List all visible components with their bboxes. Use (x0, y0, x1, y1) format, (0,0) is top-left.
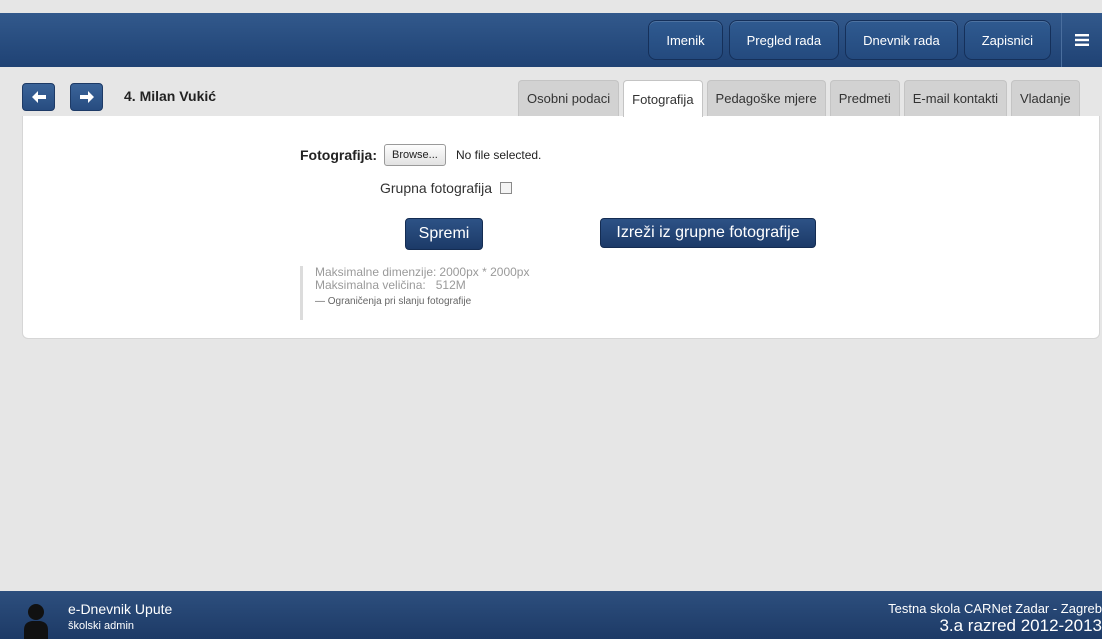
photo-panel (22, 116, 1100, 339)
photo-label: Fotografija: (300, 147, 377, 163)
tab-fotografija[interactable]: Fotografija (623, 80, 703, 117)
hamburger-icon[interactable] (1062, 20, 1102, 60)
nav-dnevnik-rada-button[interactable]: Dnevnik rada (845, 20, 958, 60)
file-status: No file selected. (456, 148, 542, 162)
forward-button[interactable] (70, 83, 103, 111)
upload-limits: Maksimalne dimenzije: 2000px * 2000px Mak… (300, 266, 529, 320)
group-photo-checkbox[interactable] (500, 182, 512, 194)
tab-predmeti[interactable]: Predmeti (829, 80, 900, 116)
browse-button[interactable]: Browse... (384, 144, 446, 166)
class-name: 3.a razred 2012-2013 (939, 616, 1102, 635)
arrow-left-icon (31, 91, 46, 103)
footer: e-Dnevnik Upute školski admin Testna sko… (0, 591, 1102, 639)
nav-imenik-button[interactable]: Imenik (648, 20, 723, 60)
user-avatar-icon (20, 600, 52, 639)
tab-email-kontakti[interactable]: E-mail kontakti (903, 80, 1007, 116)
user-role: školski admin (68, 620, 135, 632)
group-photo-label: Grupna fotografija (380, 180, 493, 196)
limits-note: — Ograničenja pri slanju fotografije (315, 296, 472, 307)
student-name: 4. Milan Vukić (124, 88, 217, 104)
tab-pedagoske-mjere[interactable]: Pedagoške mjere (706, 80, 826, 116)
max-size: Maksimalna veličina: 512M (315, 278, 466, 292)
back-button[interactable] (22, 83, 55, 111)
app-name[interactable]: e-Dnevnik Upute (68, 601, 172, 617)
top-nav: Imenik Pregled rada Dnevnik rada Zapisni… (648, 13, 1102, 67)
tab-bar: Osobni podaci Fotografija Pedagoške mjer… (518, 80, 1084, 117)
tab-osobni-podaci[interactable]: Osobni podaci (518, 80, 620, 116)
save-button[interactable]: Spremi (405, 218, 483, 250)
tab-vladanje[interactable]: Vladanje (1011, 80, 1080, 116)
nav-zapisnici-button[interactable]: Zapisnici (963, 20, 1051, 60)
nav-pregled-rada-button[interactable]: Pregled rada (728, 20, 840, 60)
crop-from-group-button[interactable]: Izreži iz grupne fotografije (600, 218, 816, 248)
school-name: Testna skola CARNet Zadar - Zagreb (888, 601, 1102, 616)
arrow-right-icon (79, 91, 94, 103)
top-bar: Imenik Pregled rada Dnevnik rada Zapisni… (0, 13, 1102, 67)
